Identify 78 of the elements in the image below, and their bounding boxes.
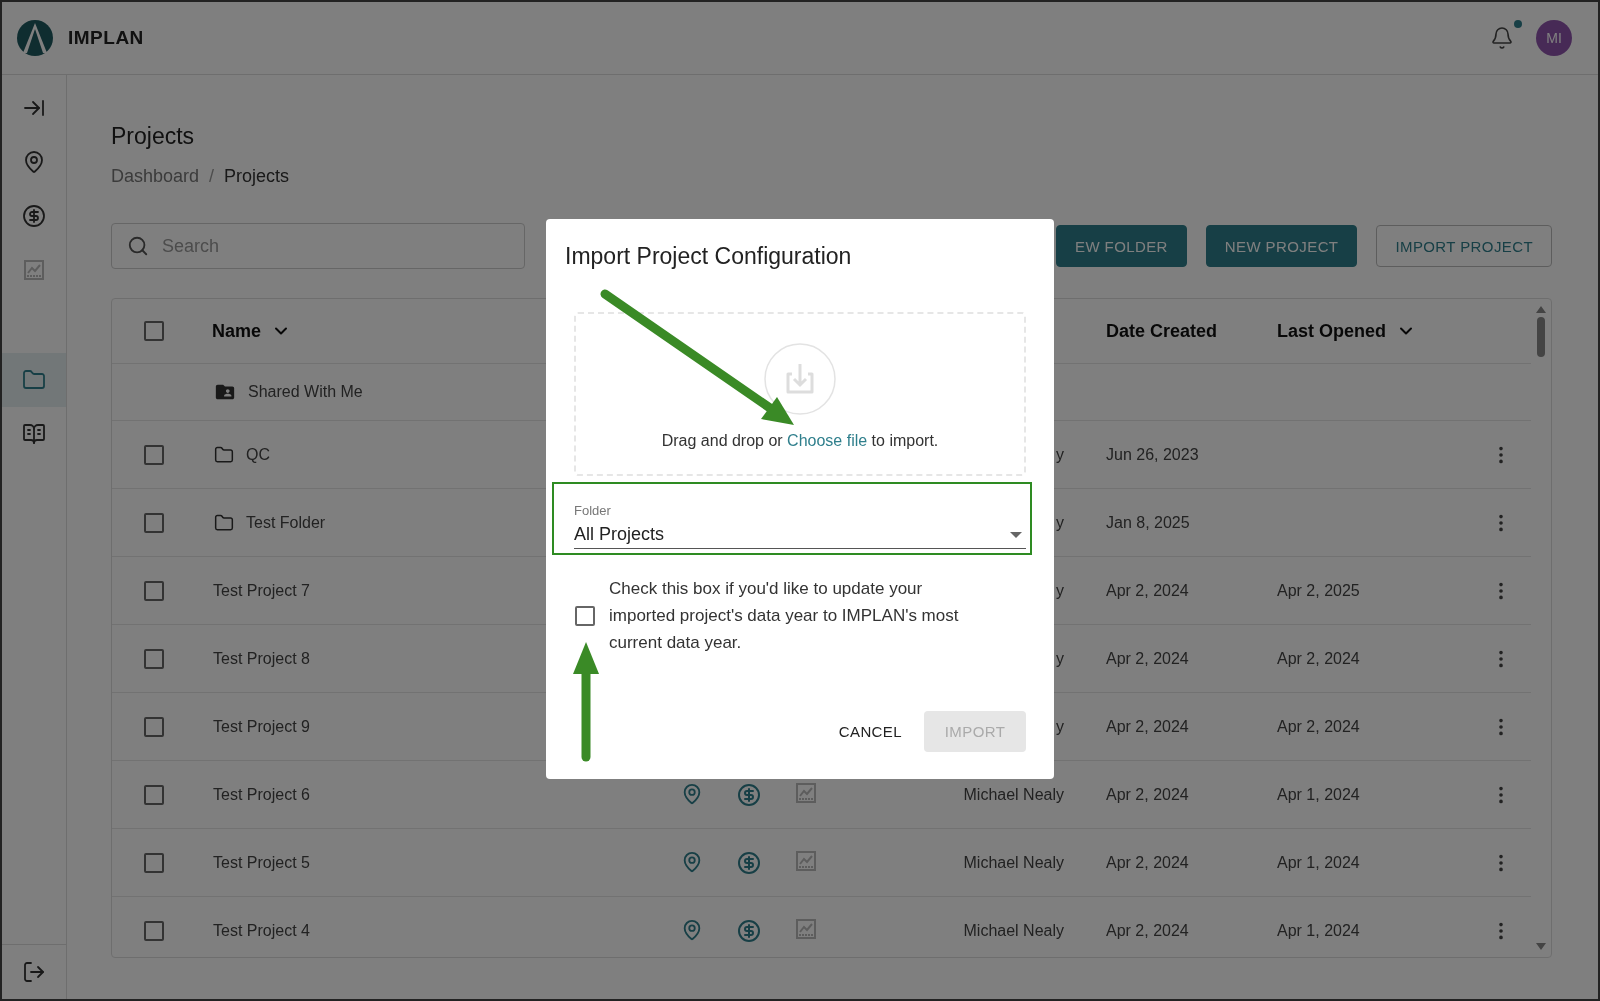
folder-icon [214,444,234,465]
scroll-down-icon[interactable] [1536,943,1546,951]
table-cell: Apr 2, 2025 [1277,581,1360,600]
checkbox[interactable] [144,512,164,533]
table-cell: Apr 2, 2024 [1106,853,1189,872]
table-cell: Apr 1, 2024 [1277,853,1360,872]
dropdown-caret-icon [1010,531,1022,538]
breadcrumb-separator: / [209,166,215,187]
dialog-button[interactable]: CANCEL [822,711,918,752]
table-cell: y [1056,445,1064,464]
checkbox[interactable] [144,321,164,341]
table-cell: Michael Nealy [963,853,1064,872]
checkbox[interactable] [144,784,164,805]
choose-file-link[interactable]: Choose file [787,432,868,449]
folder-icon[interactable] [22,368,46,392]
project-name[interactable]: Test Project 7 [213,581,310,600]
table-cell: y [1056,581,1064,600]
chart-icon [24,260,44,280]
upload-icon [763,342,837,416]
checkbox[interactable] [144,920,164,941]
breadcrumb-link[interactable]: Dashboard [111,166,200,187]
column-header[interactable]: Name [212,320,292,342]
project-name[interactable]: Test Folder [246,513,326,532]
table-cell: Jun 26, 2023 [1106,445,1199,464]
project-name[interactable]: Test Project 6 [213,785,310,804]
project-name[interactable]: Test Project 4 [213,921,310,940]
search-icon [127,235,149,257]
map-pin-icon[interactable] [22,150,46,174]
page-title: Projects [111,123,196,150]
scroll-thumb[interactable] [1537,317,1545,357]
dropzone-text: Drag and drop or Choose file to import. [661,432,939,450]
table-cell: y [1056,513,1064,532]
table-cell: Apr 2, 2024 [1106,921,1189,940]
table-cell: Michael Nealy [963,785,1064,804]
checkbox[interactable] [144,648,164,669]
dollar-icon[interactable] [736,918,761,943]
table-cell: Apr 2, 2024 [1106,785,1189,804]
table-cell: Apr 2, 2024 [1106,717,1189,736]
project-name[interactable]: Test Project 9 [213,717,310,736]
user-avatar[interactable]: MI [1536,20,1572,56]
table-cell: Apr 1, 2024 [1277,921,1360,940]
checkbox[interactable] [144,852,164,873]
dollar-icon[interactable] [736,850,761,875]
book-icon[interactable] [22,422,46,446]
notification-bell-icon[interactable] [1490,26,1514,50]
checkbox[interactable] [575,605,595,626]
dollar-icon[interactable] [736,782,761,807]
action-button[interactable]: EW FOLDER [1056,225,1187,267]
table-cell: y [1056,649,1064,668]
action-button[interactable]: IMPORT PROJECT [1376,225,1552,267]
logout-icon[interactable] [22,960,46,984]
table-cell: y [1056,717,1064,736]
project-name[interactable]: Shared With Me [248,383,363,401]
table-cell: Apr 2, 2024 [1106,581,1189,600]
checkbox[interactable] [144,444,164,465]
checkbox[interactable] [144,580,164,601]
sidebar-item[interactable] [2,353,66,407]
checkbox[interactable] [144,716,164,737]
table-cell: Michael Nealy [963,921,1064,940]
table-cell: Apr 1, 2024 [1277,785,1360,804]
column-header[interactable]: Last Opened [1277,320,1417,342]
folder-icon [214,512,234,533]
project-name[interactable]: QC [246,445,270,464]
dollar-icon[interactable] [22,204,46,228]
project-name[interactable]: Test Project 5 [213,853,310,872]
brand-name: IMPLAN [68,27,144,49]
logo-icon [16,19,54,57]
folder-select[interactable]: Folder All Projects [574,484,1026,549]
scroll-up-icon[interactable] [1536,305,1546,313]
table-cell: Apr 2, 2024 [1106,649,1189,668]
action-button[interactable]: NEW PROJECT [1205,225,1358,267]
project-name[interactable]: Test Project 8 [213,649,310,668]
checkbox-label: Check this box if you'd like to update your imported project's data year to IMPLAN's most current data year. [609,578,960,654]
table-cell: Jan 8, 2025 [1106,513,1190,532]
column-header[interactable]: Date Created [1106,320,1218,342]
table-cell: Apr 2, 2024 [1277,649,1360,668]
table-cell: Apr 2, 2024 [1277,717,1360,736]
dialog-title: Import Project Configuration [565,243,853,270]
